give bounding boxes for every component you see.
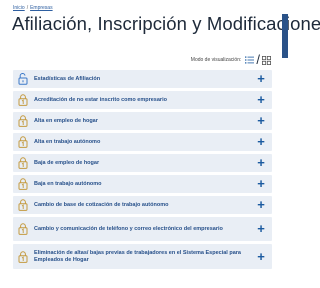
list-item-cambio-telefono-correo[interactable]: Cambio y comunicación de teléfono y corr… (13, 217, 272, 241)
breadcrumb-separator: / (26, 5, 29, 11)
list-item-label: Eliminación de altas/ bajas previas de t… (34, 249, 241, 263)
list-item-label: Baja de empleo de hogar (34, 159, 100, 166)
breadcrumb-current-link[interactable]: Empresas (30, 5, 53, 11)
expand-plus-icon[interactable]: + (256, 93, 266, 106)
grid-view-icon[interactable] (261, 55, 272, 65)
expand-plus-icon[interactable]: + (256, 250, 266, 263)
list-item-label: Alta en empleo de hogar (34, 117, 98, 124)
list-item-alta-empleo-hogar[interactable]: Alta en empleo de hogar + (13, 112, 272, 130)
expand-plus-icon[interactable]: + (256, 177, 266, 190)
certificate-lock-icon (18, 115, 28, 127)
list-item-cambio-base-cotizacion[interactable]: Cambio de base de cotización de trabajo … (13, 196, 272, 214)
list-item-label: Cambio y comunicación de teléfono y corr… (34, 225, 223, 232)
expand-plus-icon[interactable]: + (256, 156, 266, 169)
certificate-lock-icon (18, 178, 28, 190)
expand-plus-icon[interactable]: + (256, 222, 266, 235)
certificate-lock-icon (18, 94, 28, 106)
certificate-lock-icon (18, 223, 28, 235)
expand-plus-icon[interactable]: + (256, 135, 266, 148)
certificate-lock-icon (18, 199, 28, 211)
expand-plus-icon[interactable]: + (256, 198, 266, 211)
certificate-lock-icon (18, 136, 28, 148)
page-title: Afiliación, Inscripción y Modificaciones (12, 13, 320, 34)
view-mode-separator: / (256, 52, 260, 67)
list-item-eliminacion-altas-bajas[interactable]: Eliminación de altas/ bajas previas de t… (13, 244, 272, 269)
view-mode-bar: Modo de visualización: / (146, 52, 272, 67)
list-item-baja-trabajo-autonomo[interactable]: Baja en trabajo autónomo + (13, 175, 272, 193)
procedures-list: Estadísticas de Afiliación + Acreditació… (13, 70, 272, 272)
view-mode-label: Modo de visualización: (190, 57, 242, 63)
expand-plus-icon[interactable]: + (256, 72, 266, 85)
breadcrumb-home-link[interactable]: Inicio (13, 5, 25, 11)
list-item-label: Alta en trabajo autónomo (34, 138, 101, 145)
certificate-lock-icon (18, 157, 28, 169)
expand-plus-icon[interactable]: + (256, 114, 266, 127)
list-view-icon[interactable] (244, 55, 255, 65)
list-item-estadisticas-afiliacion[interactable]: Estadísticas de Afiliación + (13, 70, 272, 88)
list-item-label: Acreditación de no estar inscrito como e… (34, 96, 167, 103)
list-item-label: Estadísticas de Afiliación (34, 75, 101, 82)
list-item-alta-trabajo-autonomo[interactable]: Alta en trabajo autónomo + (13, 133, 272, 151)
breadcrumb: Inicio / Empresas (13, 5, 53, 11)
side-panel-edge (282, 14, 288, 58)
list-item-label: Cambio de base de cotización de trabajo … (34, 201, 169, 208)
list-item-baja-empleo-hogar[interactable]: Baja de empleo de hogar + (13, 154, 272, 172)
list-item-acreditacion-no-inscrito[interactable]: Acreditación de no estar inscrito como e… (13, 91, 272, 109)
certificate-lock-icon (18, 250, 28, 263)
open-lock-icon (18, 73, 28, 85)
list-item-label: Baja en trabajo autónomo (34, 180, 102, 187)
